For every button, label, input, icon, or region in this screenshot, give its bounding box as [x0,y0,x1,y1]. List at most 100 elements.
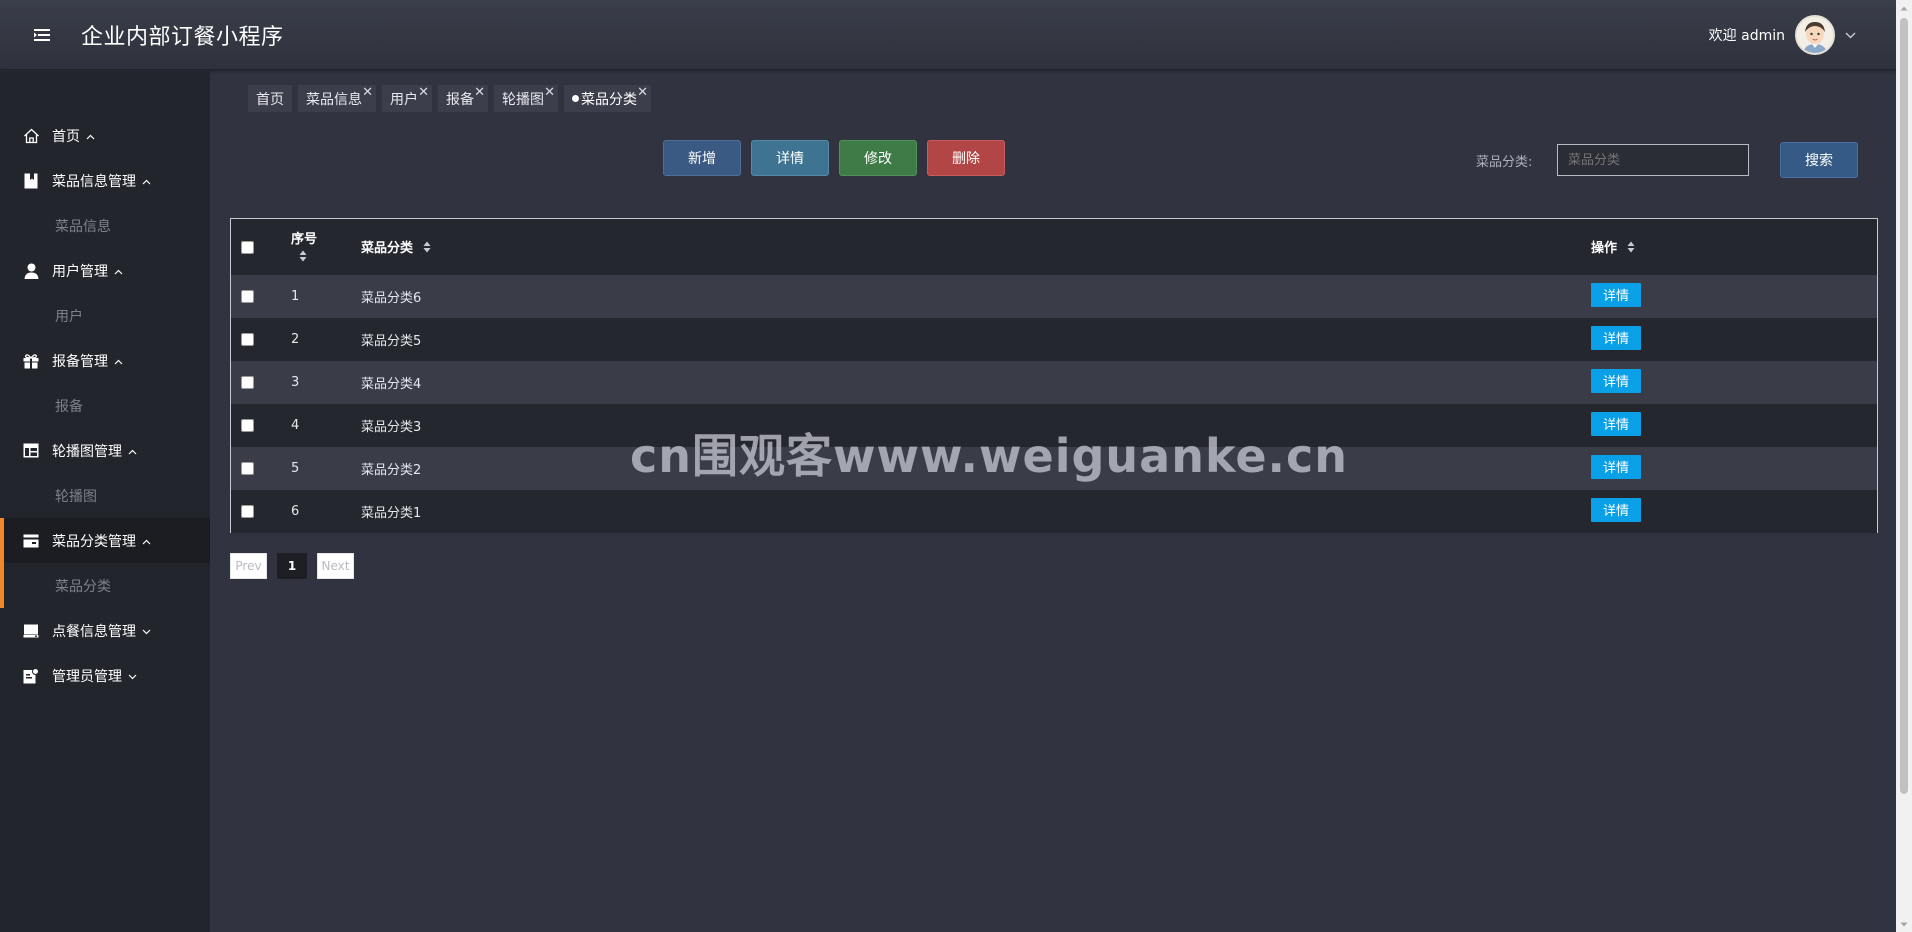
header-category[interactable]: 菜品分类 [361,219,1591,275]
sidebar-item-label: 用户管理 [52,263,108,280]
scroll-down-arrow-icon[interactable] [1896,916,1912,932]
select-all-checkbox[interactable] [241,240,254,254]
tab-label: 轮播图 [502,91,544,108]
tab-dish-info[interactable]: 菜品信息 ✕ [298,85,376,112]
sidebar-item-user-management[interactable]: 用户管理 [0,248,210,293]
close-icon[interactable]: ✕ [474,86,485,99]
table-header-row: 序号 菜品分类 操作 [231,219,1877,275]
next-page-button[interactable]: Next [317,553,354,579]
sidebar-group-carousel: 轮播图管理 轮播图 [0,428,210,518]
sidebar-group-reports: 报备管理 报备 [0,338,210,428]
sidebar-group-dish-info: 菜品信息管理 菜品信息 [0,158,210,248]
tab-users[interactable]: 用户 ✕ [382,85,432,112]
sidebar-group-orders: 点餐信息管理 [0,608,210,653]
row-detail-button[interactable]: 详情 [1591,325,1641,350]
tab-home[interactable]: 首页 [248,85,292,112]
header-checkbox-cell [231,219,291,275]
sidebar-item-home[interactable]: 首页 [0,113,210,158]
sidebar-item-carousel-management[interactable]: 轮播图管理 [0,428,210,473]
row-checkbox[interactable] [241,333,254,346]
sidebar-item-order-info-management[interactable]: 点餐信息管理 [0,608,210,653]
active-indicator [0,518,4,608]
sidebar-subitem-reports[interactable]: 报备 [0,383,210,428]
row-checkbox[interactable] [241,505,254,518]
sidebar-item-report-management[interactable]: 报备管理 [0,338,210,383]
bookmark-icon [22,172,40,190]
sort-icon[interactable] [1627,241,1635,257]
chevron-down-icon [142,623,151,639]
sort-icon[interactable] [423,241,431,257]
sidebar-subitem-dish-info[interactable]: 菜品信息 [0,203,210,248]
tab-label: 菜品分类 [581,91,637,108]
drive-icon [22,622,40,640]
sidebar-group-admins: 管理员管理 [0,653,210,698]
row-checkbox[interactable] [241,290,254,303]
chevron-up-icon [114,263,123,279]
sidebar-subitem-dish-category[interactable]: 菜品分类 [0,563,210,608]
chevron-up-icon [142,533,151,549]
header-index[interactable]: 序号 [291,219,361,275]
table-row: 6 菜品分类1 详情 [231,490,1877,533]
user-icon [22,262,40,280]
tab-carousel[interactable]: 轮播图 ✕ [494,85,558,112]
scroll-up-arrow-icon[interactable] [1896,0,1912,16]
row-checkbox[interactable] [241,376,254,389]
sidebar-item-admin-management[interactable]: 管理员管理 [0,653,210,698]
detail-button[interactable]: 详情 [751,140,829,176]
edit-button[interactable]: 修改 [839,140,917,176]
row-detail-button[interactable]: 详情 [1591,497,1641,522]
row-detail-button[interactable]: 详情 [1591,282,1641,307]
chevron-down-icon[interactable] [1845,27,1856,43]
menu-toggle-icon[interactable] [27,20,57,50]
chevron-up-icon [114,353,123,369]
tab-label: 报备 [446,91,474,108]
sidebar-item-dish-info-management[interactable]: 菜品信息管理 [0,158,210,203]
active-dot-icon [572,95,579,102]
row-checkbox[interactable] [241,419,254,432]
scroll-thumb[interactable] [1900,18,1908,794]
sidebar-subitem-users[interactable]: 用户 [0,293,210,338]
row-index: 4 [291,418,300,433]
sidebar-subitem-carousel[interactable]: 轮播图 [0,473,210,518]
sort-icon[interactable] [299,250,307,266]
avatar[interactable] [1795,15,1835,55]
table-row: 1 菜品分类6 详情 [231,275,1877,318]
delete-button[interactable]: 删除 [927,140,1005,176]
tab-dish-category[interactable]: 菜品分类 ✕ [564,85,651,112]
sidebar-group-users: 用户管理 用户 [0,248,210,338]
row-checkbox[interactable] [241,462,254,475]
prev-page-button[interactable]: Prev [230,553,267,579]
tab-label: 菜品信息 [306,91,362,108]
header-index-label: 序号 [291,232,318,247]
header-action[interactable]: 操作 [1591,219,1877,275]
vertical-scrollbar[interactable] [1896,0,1912,932]
search-label: 菜品分类: [1476,155,1533,170]
row-detail-button[interactable]: 详情 [1591,411,1641,436]
app-title: 企业内部订餐小程序 [81,24,284,50]
add-button[interactable]: 新增 [663,140,741,176]
chevron-down-icon [128,668,137,684]
admin-icon [22,667,40,685]
sidebar-item-label: 菜品信息管理 [52,173,136,190]
row-index: 6 [291,504,300,519]
table-row: 3 菜品分类4 详情 [231,361,1877,404]
top-header: 企业内部订餐小程序 欢迎 admin [0,0,1896,70]
sidebar-group-home: 首页 [0,113,210,158]
header-action-label: 操作 [1591,241,1618,257]
sidebar-nav: 首页 菜品信息管理 菜品信息 用户管理 用户 报备管理 报备 轮播图管理 轮播图… [0,71,210,698]
tab-reports[interactable]: 报备 ✕ [438,85,488,112]
search-button[interactable]: 搜索 [1780,142,1858,178]
sidebar-item-label: 菜品分类管理 [52,533,136,550]
row-detail-button[interactable]: 详情 [1591,454,1641,479]
close-icon[interactable]: ✕ [418,86,429,99]
close-icon[interactable]: ✕ [544,86,555,99]
user-menu[interactable]: 欢迎 admin [1709,0,1856,70]
row-index: 3 [291,375,300,390]
current-page[interactable]: 1 [277,553,307,579]
sidebar-item-dish-category-management[interactable]: 菜品分类管理 [0,518,210,563]
close-icon[interactable]: ✕ [362,86,373,99]
search-input[interactable] [1557,144,1749,176]
welcome-text: 欢迎 admin [1708,28,1785,44]
row-detail-button[interactable]: 详情 [1591,368,1641,393]
close-icon[interactable]: ✕ [637,86,648,99]
